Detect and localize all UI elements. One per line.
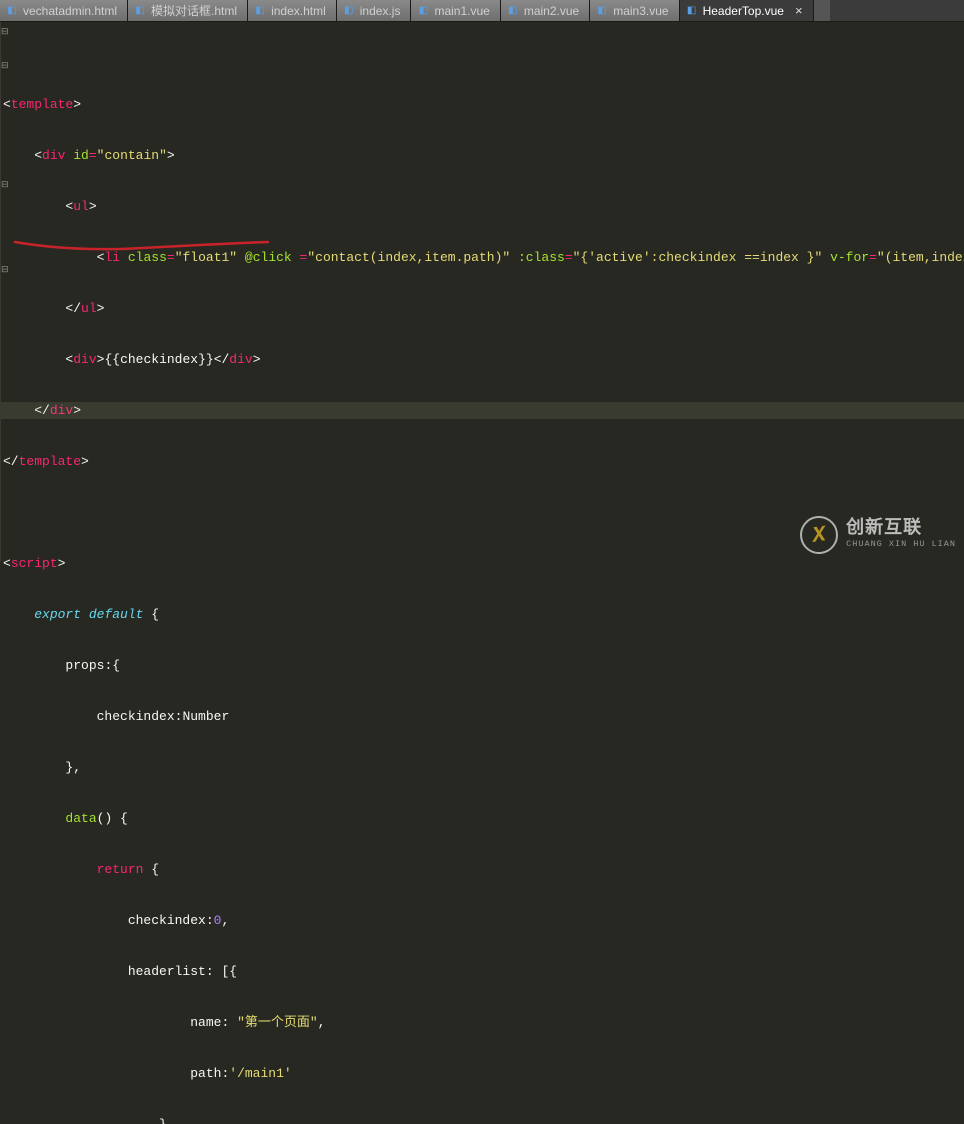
tab-bar: ◧ vechatadmin.html ◧ 模拟对话框.html ◧ index.…	[0, 0, 964, 22]
tab-overflow	[814, 0, 830, 21]
file-icon: ◧	[686, 5, 698, 17]
tab-label: main1.vue	[434, 4, 489, 18]
tab-main1[interactable]: ◧ main1.vue	[411, 0, 500, 21]
tab-label: main3.vue	[613, 4, 668, 18]
file-icon: ◧	[507, 5, 519, 17]
tab-label: HeaderTop.vue	[703, 4, 784, 18]
current-line-highlight	[1, 402, 964, 419]
tab-main3[interactable]: ◧ main3.vue	[590, 0, 679, 21]
tab-label: main2.vue	[524, 4, 579, 18]
tab-label: vechatadmin.html	[23, 4, 117, 18]
tab-index-js[interactable]: ◧ index.js	[337, 0, 412, 21]
file-icon: ◧	[417, 5, 429, 17]
file-icon: ◧	[596, 5, 608, 17]
tab-label: index.js	[360, 4, 401, 18]
tab-headertop[interactable]: ◧ HeaderTop.vue ×	[680, 0, 814, 21]
tab-index-html[interactable]: ◧ index.html	[248, 0, 337, 21]
tab-main2[interactable]: ◧ main2.vue	[501, 0, 590, 21]
file-icon: ◧	[343, 5, 355, 17]
file-icon: ◧	[134, 5, 146, 17]
tab-dialog[interactable]: ◧ 模拟对话框.html	[128, 0, 248, 21]
tab-vechatadmin[interactable]: ◧ vechatadmin.html	[0, 0, 128, 21]
close-icon[interactable]: ×	[795, 3, 803, 18]
file-icon: ◧	[6, 5, 18, 17]
code-area[interactable]: <template> <div id="contain"> <ul> <li c…	[1, 22, 964, 562]
code-editor[interactable]: ⊟ ⊟ ⊟ ⊟ <template> <div id="contain"> <u…	[0, 22, 964, 562]
tab-label: index.html	[271, 4, 326, 18]
file-icon: ◧	[254, 5, 266, 17]
tab-label: 模拟对话框.html	[151, 2, 237, 19]
